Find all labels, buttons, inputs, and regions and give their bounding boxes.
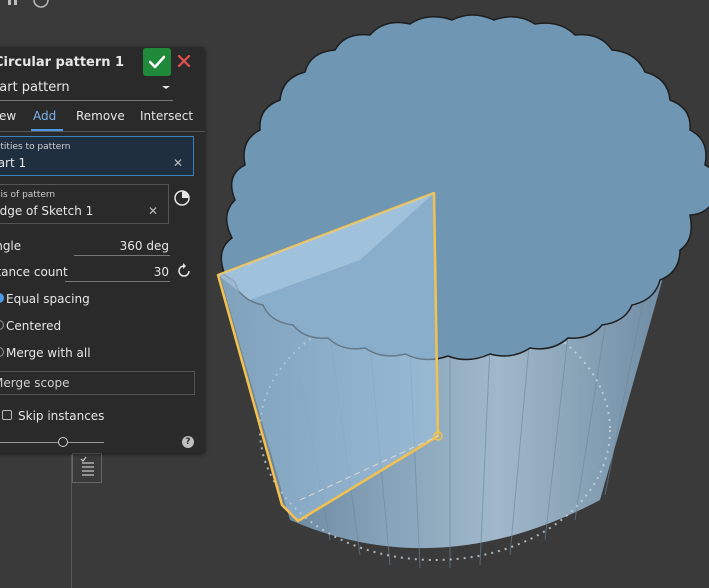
axis-value: Edge of Sketch 1 xyxy=(0,204,94,218)
centered-label: Centered xyxy=(6,319,62,333)
operation-tabs: New Add Remove Intersect xyxy=(0,107,205,132)
check-icon xyxy=(149,55,165,69)
slider-track[interactable] xyxy=(0,442,104,443)
help-icon[interactable]: ? xyxy=(182,436,194,448)
confirm-button[interactable] xyxy=(143,48,171,76)
angle-value: 360 deg xyxy=(119,239,169,253)
instance-count-row: Instance count 30 xyxy=(0,263,205,283)
axis-label: Axis of pattern xyxy=(0,190,56,200)
tab-new[interactable]: New xyxy=(0,109,16,123)
axis-clear-icon[interactable]: ✕ xyxy=(148,204,158,218)
refresh-icon[interactable] xyxy=(176,263,192,279)
merge-with-all-label: Merge with all xyxy=(6,346,91,360)
pattern-type-select[interactable]: Part pattern xyxy=(0,80,173,101)
angle-label: Angle xyxy=(0,239,22,253)
active-tab-indicator xyxy=(31,129,63,131)
entities-label: Entities to pattern xyxy=(0,142,71,152)
feature-dialog: Circular pattern 1 Part pattern New Add … xyxy=(0,47,205,453)
slider-thumb[interactable] xyxy=(58,437,68,447)
merge-with-all-radio[interactable] xyxy=(0,347,4,357)
skip-instances-label: Skip instances xyxy=(18,409,105,423)
tab-remove[interactable]: Remove xyxy=(76,109,125,123)
cancel-button[interactable] xyxy=(174,51,194,71)
toolbar-icons[interactable] xyxy=(0,0,60,8)
equal-spacing-label: Equal spacing xyxy=(6,292,90,306)
pattern-type-value: Part pattern xyxy=(0,80,70,95)
instance-count-label: Instance count xyxy=(0,265,68,279)
tab-intersect[interactable]: Intersect xyxy=(140,109,193,123)
tab-add[interactable]: Add xyxy=(33,109,56,123)
merge-scope-field[interactable]: Merge scope xyxy=(0,371,195,395)
pie-icon[interactable] xyxy=(173,189,191,207)
entities-field[interactable]: Entities to pattern Part 1 ✕ xyxy=(0,136,194,176)
instance-count-value: 30 xyxy=(153,265,169,279)
dialog-title: Circular pattern 1 xyxy=(0,55,125,70)
centered-radio[interactable] xyxy=(0,320,4,330)
merge-scope-label: Merge scope xyxy=(0,376,70,390)
chevron-down-icon xyxy=(162,86,170,89)
close-icon xyxy=(178,55,190,67)
skip-instances-checkbox[interactable] xyxy=(2,410,12,420)
equal-spacing-radio[interactable] xyxy=(0,293,4,303)
entities-value: Part 1 xyxy=(0,156,27,170)
angle-row: Angle 360 deg xyxy=(0,237,205,257)
list-icon[interactable] xyxy=(72,453,102,483)
entities-clear-icon[interactable]: ✕ xyxy=(173,156,183,170)
axis-field[interactable]: Axis of pattern Edge of Sketch 1 ✕ xyxy=(0,184,169,224)
